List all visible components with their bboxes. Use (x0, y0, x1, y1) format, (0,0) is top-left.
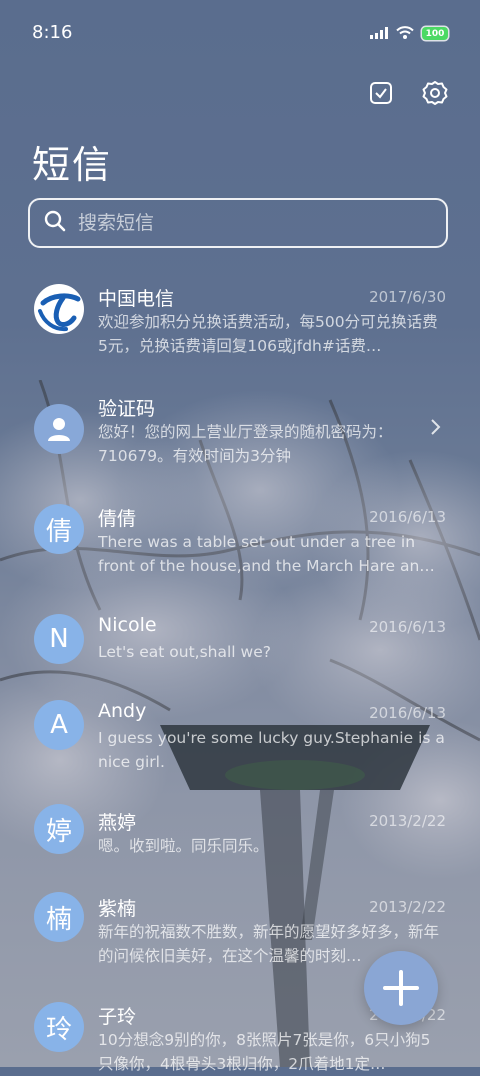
contact-name: 验证码 (98, 398, 156, 420)
avatar: 婷 (34, 804, 84, 854)
contact-name: 紫楠 (98, 898, 137, 920)
search-input[interactable] (76, 211, 420, 235)
avatar (34, 284, 84, 334)
plus-icon (383, 970, 419, 1006)
message-preview: Let's eat out,shall we? (98, 643, 271, 661)
status-bar: 8:16 100 (0, 0, 480, 66)
message-date: 2016/6/13 (369, 618, 446, 636)
message-preview: 嗯。收到啦。同乐同乐。 (98, 837, 269, 855)
message-preview: 您好！您的网上营业厅登录的随机密码为：710679。有效时间为3分钟 (98, 423, 393, 465)
avatar: N (34, 614, 84, 664)
message-preview: 10分想念9别的你，8张照片7张是你，6只小狗5只像你，4根骨头3根归你，2爪着… (98, 1031, 431, 1073)
chevron-right-icon[interactable] (430, 418, 442, 440)
contact-name: Andy (98, 700, 147, 722)
contact-name: 燕婷 (98, 812, 137, 834)
contact-name: Nicole (98, 614, 157, 636)
message-preview: I guess you're some lucky guy.Stephanie … (98, 729, 445, 771)
message-preview: There was a table set out under a tree i… (98, 533, 435, 575)
contact-name: 倩倩 (98, 508, 137, 530)
message-date: 2017/6/30 (369, 288, 446, 306)
contact-name: 子玲 (98, 1006, 137, 1028)
new-message-button[interactable] (364, 951, 438, 1025)
page-title: 短信 (32, 143, 113, 187)
select-icon[interactable] (366, 78, 396, 108)
avatar: 倩 (34, 504, 84, 554)
avatar: 楠 (34, 892, 84, 942)
message-date: 2013/2/22 (369, 812, 446, 830)
message-date: 2016/6/13 (369, 508, 446, 526)
signal-icon (370, 24, 388, 43)
message-preview: 欢迎参加积分兑换话费活动，每500分可兑换话费5元，兑换话费请回复106或jfd… (98, 313, 438, 355)
avatar (34, 404, 84, 454)
wifi-icon (396, 24, 414, 43)
avatar: 玲 (34, 1002, 84, 1052)
contact-name: 中国电信 (98, 288, 175, 310)
search-bar[interactable] (28, 198, 448, 248)
message-date: 2016/6/13 (369, 704, 446, 722)
battery-indicator: 100 (422, 27, 448, 40)
gear-icon[interactable] (420, 78, 450, 108)
person-icon (48, 418, 70, 441)
search-icon (44, 210, 66, 236)
message-date: 2013/2/22 (369, 898, 446, 916)
status-time: 8:16 (32, 22, 73, 43)
avatar: A (34, 700, 84, 750)
